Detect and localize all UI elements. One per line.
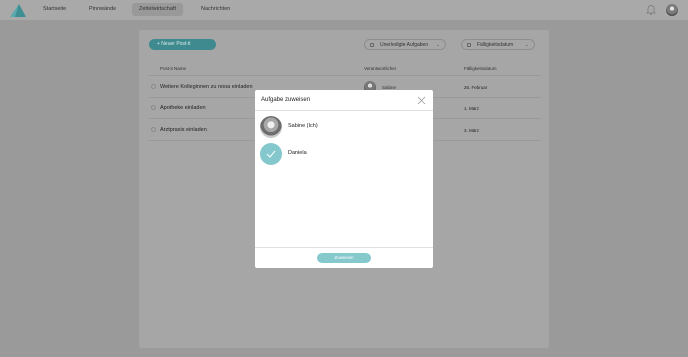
dialog-divider [255,110,433,111]
column-header-due[interactable]: Fälligkeitsdatum [464,66,497,71]
avatar [260,116,282,138]
avatar-selected [260,143,282,165]
top-navigation: Startseite Pinnwände Zettelwirtschaft Na… [0,0,688,20]
logo-icon[interactable] [10,4,26,17]
assign-task-dialog: Aufgabe zuweisen Sabine (Ich) Daniela Zu… [255,90,433,268]
filter-due-date[interactable]: Fälligkeitsdatum ⌄ [461,39,535,50]
column-header-name[interactable]: Post-it Name [160,66,186,71]
circle-icon [370,43,374,47]
nav-pinnwaende[interactable]: Pinnwände [82,3,123,16]
column-header-owner[interactable]: Verantwortlicher [364,66,396,71]
row-divider [149,75,541,76]
calendar-icon [467,43,471,47]
nav-zettelwirtschaft[interactable]: Zettelwirtschaft [132,3,183,16]
person-name: Sabine (Ich) [288,123,318,129]
person-option-sabine[interactable]: Sabine (Ich) [260,116,428,138]
row-checkbox[interactable] [151,84,156,89]
row-name[interactable]: Arztpraxis einladen [160,127,207,133]
filter-open-tasks[interactable]: Unerledigte Aufgaben ⌄ [364,39,446,50]
nav-nachrichten[interactable]: Nachrichten [194,3,237,16]
row-name[interactable]: Apotheke einladen [160,105,206,111]
row-due-date: 1. März [464,106,480,111]
row-due-date: 3. März [464,128,480,133]
person-name: Daniela [288,150,307,156]
assign-button[interactable]: Zuweisen [317,253,371,263]
row-checkbox[interactable] [151,105,156,110]
user-avatar[interactable] [666,4,678,16]
dialog-divider [255,247,433,248]
close-icon[interactable] [417,96,426,105]
row-checkbox[interactable] [151,127,156,132]
checkmark-icon [266,150,276,158]
new-postit-button[interactable]: + Neuer Post-it [149,39,216,50]
filter-open-tasks-label: Unerledigte Aufgaben [380,42,429,48]
nav-startseite[interactable]: Startseite [36,3,73,16]
person-option-daniela[interactable]: Daniela [260,143,428,165]
dialog-title: Aufgabe zuweisen [261,97,311,103]
row-name[interactable]: Weitere Kolleginnen zu nooa einladen [160,84,253,90]
bell-icon[interactable] [646,4,656,15]
filter-due-date-label: Fälligkeitsdatum [477,42,514,48]
chevron-down-icon: ⌄ [524,42,529,48]
row-due-date: 26. Februar [464,85,488,90]
chevron-down-icon: ⌄ [435,42,440,48]
